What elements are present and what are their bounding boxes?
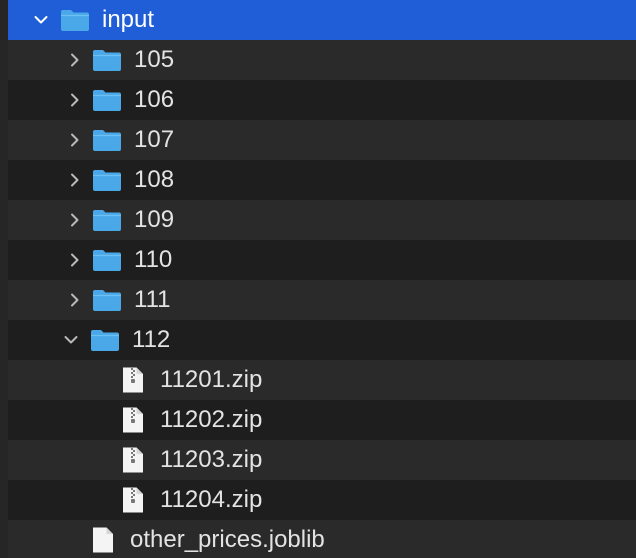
- folder-icon: [92, 248, 122, 272]
- tree-row-folder-107[interactable]: 107: [8, 120, 636, 160]
- tree-row-label: other_prices.joblib: [130, 526, 325, 553]
- folder-icon: [92, 288, 122, 312]
- tree-row-label: 109: [134, 206, 175, 233]
- tree-row-label: 11203.zip: [160, 446, 263, 473]
- tree-row-label: 108: [134, 166, 175, 193]
- chevron-right-icon[interactable]: [68, 93, 82, 107]
- tree-row-label: 11204.zip: [160, 486, 263, 513]
- chevron-right-icon[interactable]: [68, 53, 82, 67]
- zip-file-icon: [122, 446, 144, 474]
- tree-row-file-11201-zip[interactable]: 11201.zip: [8, 360, 636, 400]
- folder-icon: [92, 128, 122, 152]
- tree-row-label: 111: [134, 286, 171, 313]
- tree-row-file-11204-zip[interactable]: 11204.zip: [8, 480, 636, 520]
- folder-icon: [92, 88, 122, 112]
- tree-row-label: input: [102, 6, 155, 33]
- chevron-right-icon[interactable]: [68, 133, 82, 147]
- chevron-down-icon[interactable]: [34, 13, 48, 27]
- tree-row-folder-112[interactable]: 112: [8, 320, 636, 360]
- zip-file-icon: [122, 486, 144, 514]
- folder-icon: [92, 48, 122, 72]
- tree-row-label: 11202.zip: [160, 406, 263, 433]
- tree-row-file-11202-zip[interactable]: 11202.zip: [8, 400, 636, 440]
- tree-row-label: 105: [134, 46, 175, 73]
- tree-row-label: 106: [134, 86, 175, 113]
- chevron-right-icon[interactable]: [68, 213, 82, 227]
- tree-row-folder-108[interactable]: 108: [8, 160, 636, 200]
- tree-row-label: 107: [134, 126, 175, 153]
- tree-row-file-other-prices-joblib[interactable]: other_prices.joblib: [8, 520, 636, 558]
- tree-row-folder-105[interactable]: 105: [8, 40, 636, 80]
- zip-file-icon: [122, 366, 144, 394]
- chevron-right-icon[interactable]: [68, 253, 82, 267]
- folder-icon: [92, 168, 122, 192]
- tree-row-input[interactable]: input: [8, 0, 636, 40]
- tree-row-label: 110: [134, 246, 173, 273]
- tree-row-folder-111[interactable]: 111: [8, 280, 636, 320]
- tree-row-label: 112: [132, 326, 171, 353]
- chevron-down-icon[interactable]: [64, 333, 78, 347]
- tree-row-label: 11201.zip: [160, 366, 263, 393]
- file-tree: input 105 106 107 108 109 110 111 112 11…: [0, 0, 636, 558]
- sidebar-edge: [0, 0, 8, 558]
- tree-row-folder-110[interactable]: 110: [8, 240, 636, 280]
- chevron-right-icon[interactable]: [68, 293, 82, 307]
- zip-file-icon: [122, 406, 144, 434]
- folder-icon: [92, 208, 122, 232]
- chevron-right-icon[interactable]: [68, 173, 82, 187]
- tree-row-folder-109[interactable]: 109: [8, 200, 636, 240]
- folder-icon: [90, 328, 120, 352]
- folder-icon: [60, 8, 90, 32]
- tree-row-folder-106[interactable]: 106: [8, 80, 636, 120]
- document-icon: [92, 526, 114, 554]
- tree-row-file-11203-zip[interactable]: 11203.zip: [8, 440, 636, 480]
